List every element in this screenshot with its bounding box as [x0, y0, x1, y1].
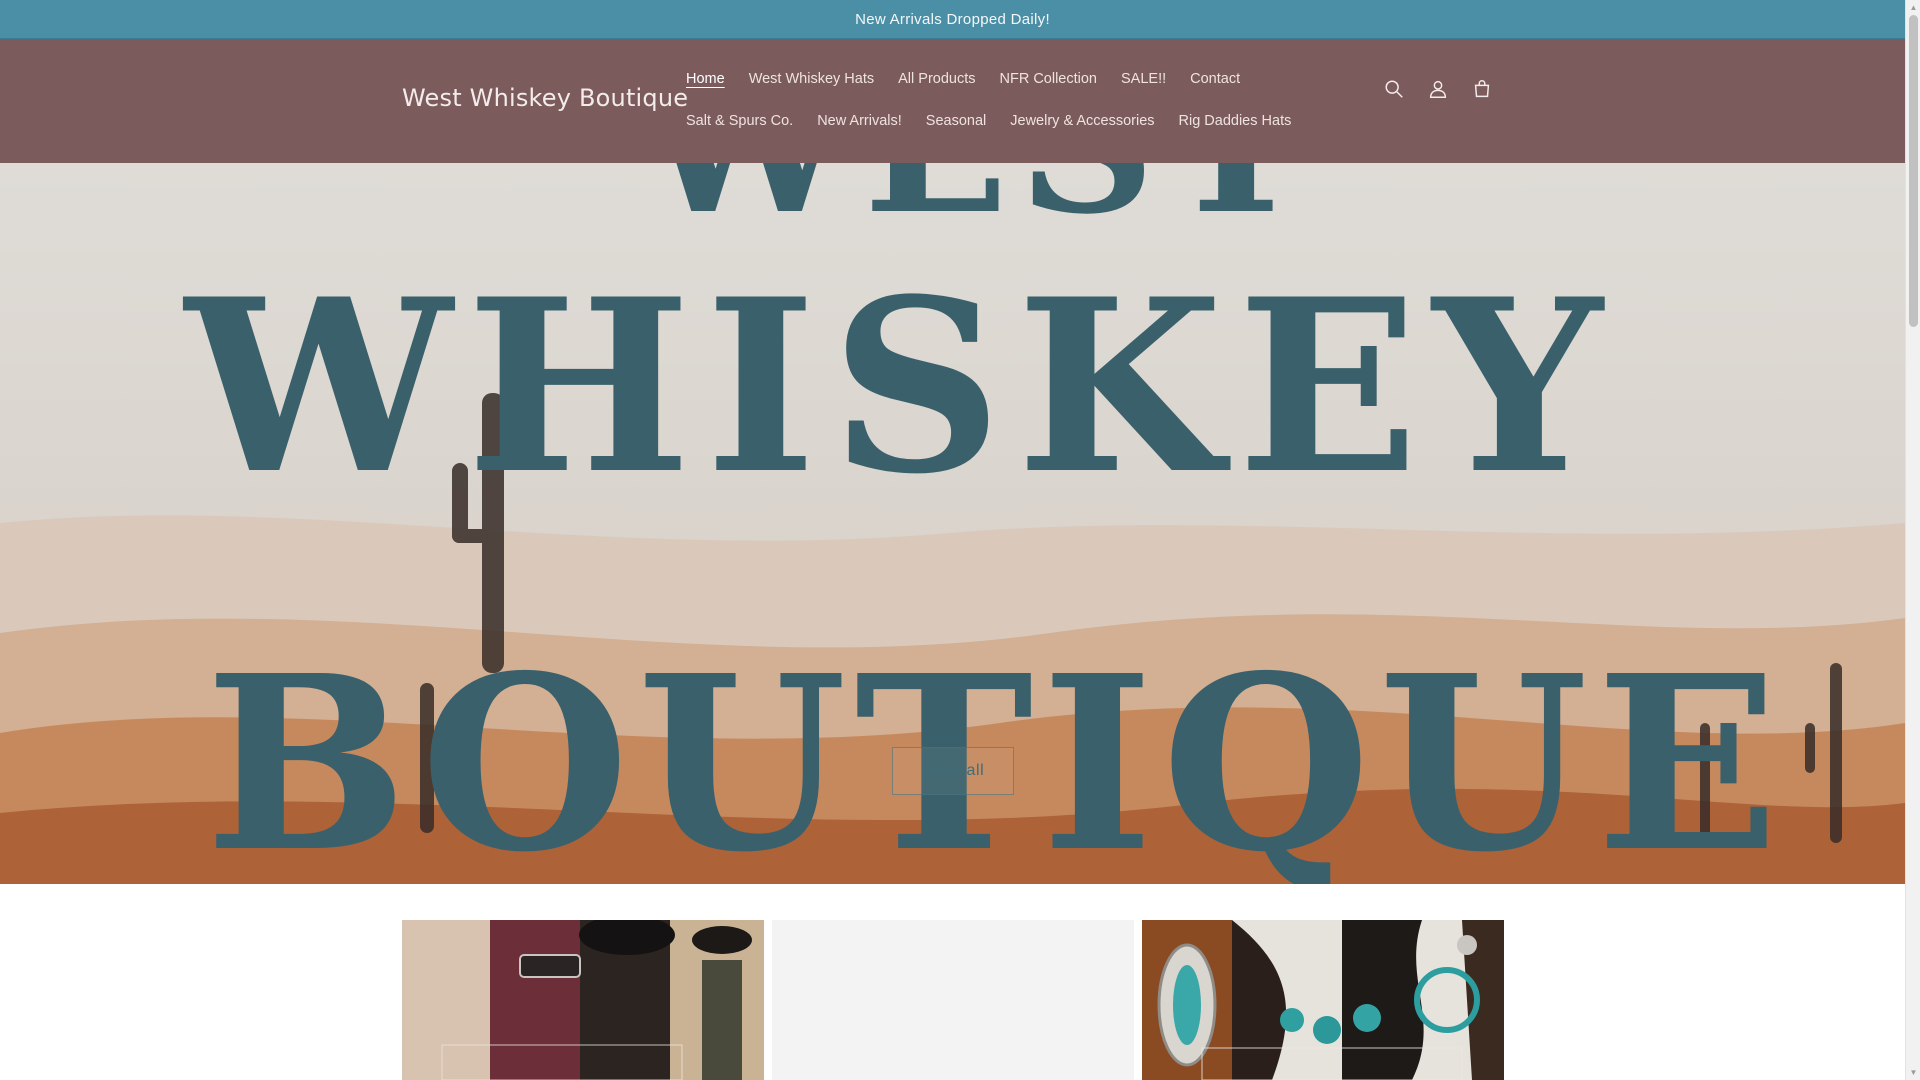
collection-image-apparel [402, 920, 764, 1080]
store-logo[interactable]: West Whiskey Boutique [402, 84, 688, 112]
main-nav-row-2: Salt & Spurs Co. New Arrivals! Seasonal … [674, 111, 1303, 131]
account-icon[interactable] [1422, 73, 1454, 105]
nav-seasonal[interactable]: Seasonal [914, 111, 998, 131]
scrollbar-thumb[interactable] [1909, 15, 1918, 327]
nav-sale[interactable]: SALE!! [1109, 69, 1178, 89]
nav-nfr-collection[interactable]: NFR Collection [988, 69, 1110, 89]
cart-icon[interactable] [1466, 73, 1498, 105]
nav-west-whiskey-hats[interactable]: West Whiskey Hats [737, 69, 886, 89]
collection-image-jewelry [1142, 920, 1504, 1080]
announcement-bar: New Arrivals Dropped Daily! [0, 0, 1905, 39]
nav-salt-spurs[interactable]: Salt & Spurs Co. [674, 111, 805, 131]
announcement-text: New Arrivals Dropped Daily! [855, 10, 1050, 28]
collection-card-placeholder[interactable] [772, 920, 1134, 1080]
scroll-down-icon[interactable]: ▼ [1906, 1065, 1920, 1080]
search-icon[interactable] [1378, 73, 1410, 105]
page-scrollbar[interactable]: ▲ ▼ [1905, 0, 1920, 1080]
site-header: West Whiskey Boutique Home West Whiskey … [0, 39, 1905, 163]
nav-rig-daddies-hats[interactable]: Rig Daddies Hats [1167, 111, 1304, 131]
collection-list [402, 920, 1504, 1080]
collection-card-apparel[interactable] [402, 920, 764, 1080]
nav-jewelry-accessories[interactable]: Jewelry & Accessories [998, 111, 1166, 131]
nav-home[interactable]: Home [674, 69, 737, 89]
nav-all-products[interactable]: All Products [886, 69, 987, 89]
main-nav-row-1: Home West Whiskey Hats All Products NFR … [674, 69, 1252, 89]
page: New Arrivals Dropped Daily! West Whiskey… [0, 0, 1905, 1080]
nav-new-arrivals[interactable]: New Arrivals! [805, 111, 914, 131]
collection-card-jewelry[interactable] [1142, 920, 1504, 1080]
scroll-up-icon[interactable]: ▲ [1906, 0, 1920, 15]
header-icons [1378, 73, 1498, 105]
shop-all-button[interactable]: Shop all [892, 747, 1014, 795]
hero-banner: WEST WHISKEY BOUTIQUE Shop all [0, 163, 1905, 884]
nav-contact[interactable]: Contact [1178, 69, 1252, 89]
